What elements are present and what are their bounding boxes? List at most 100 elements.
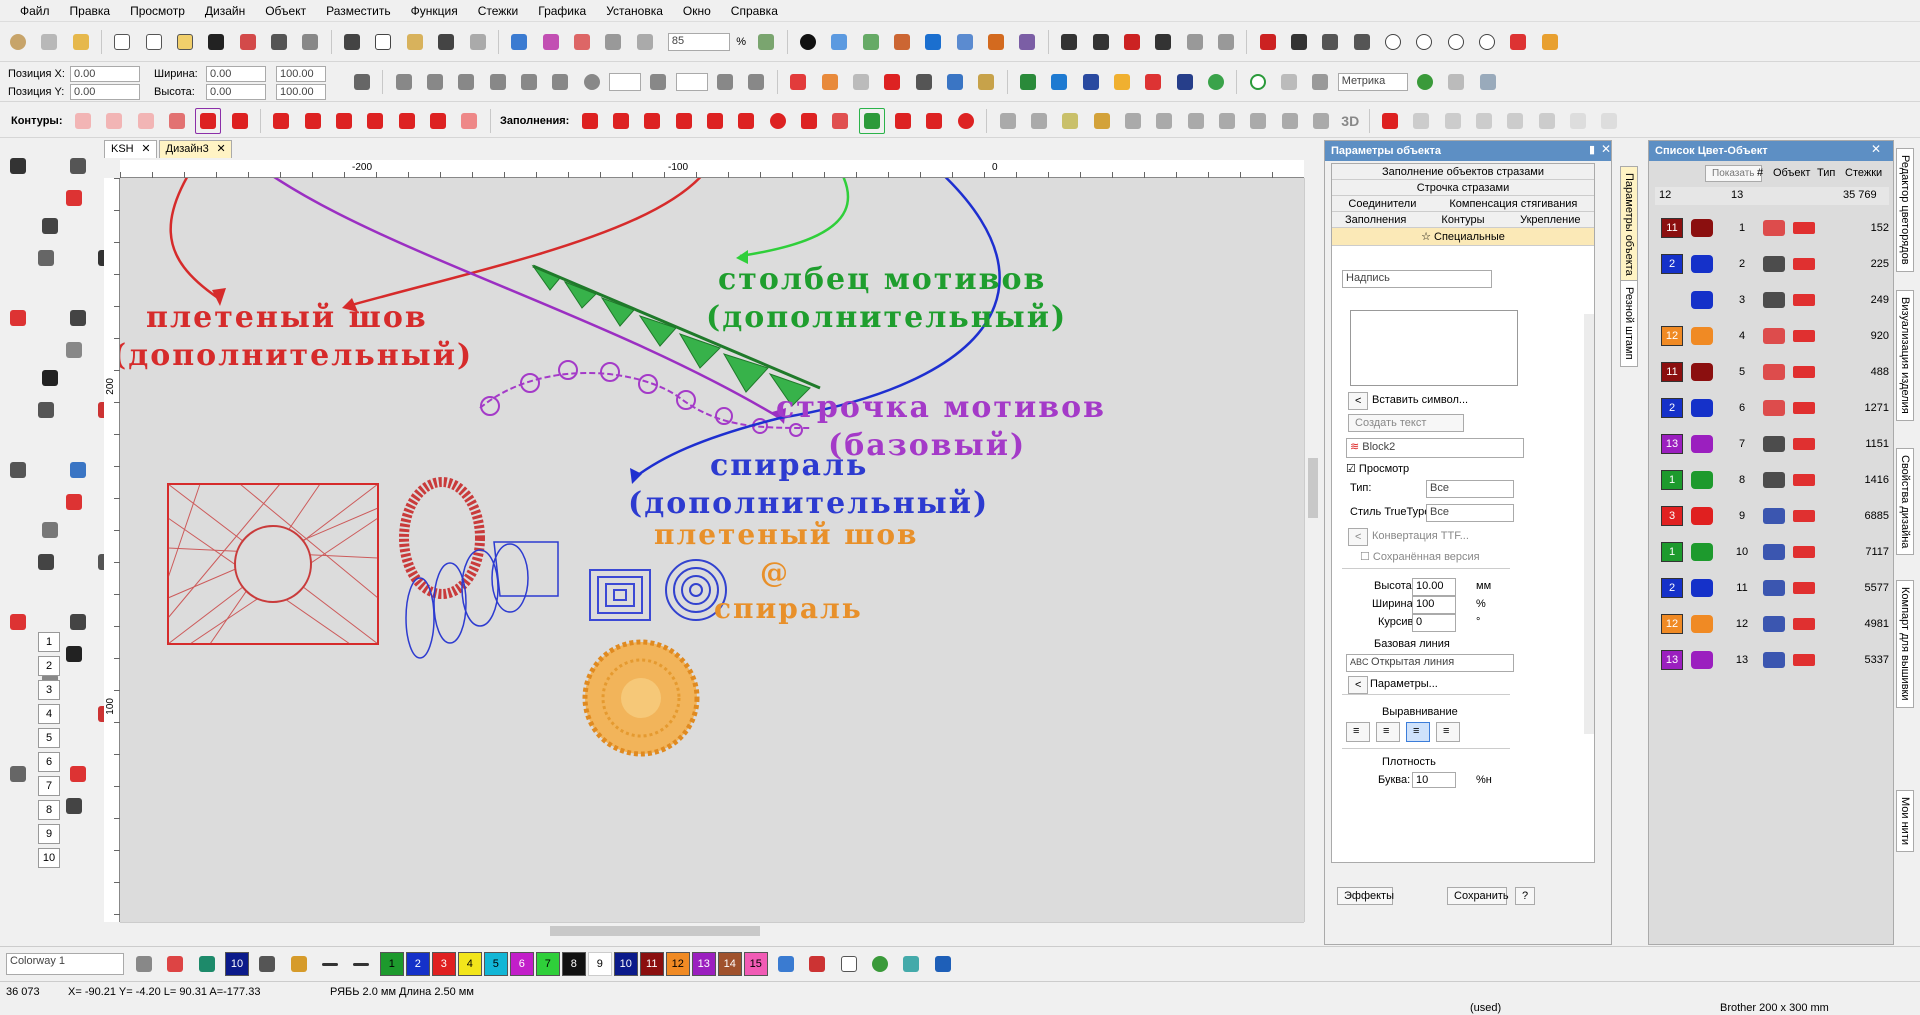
color-object-row[interactable]: 2 11 5577 (1661, 573, 1889, 603)
side-tab[interactable]: Визуализация изделия (1896, 290, 1914, 421)
stitch-tool11-icon[interactable] (1308, 108, 1334, 134)
thread-swatch[interactable]: 9 (587, 952, 612, 976)
document-tab[interactable]: KSH ✕ (104, 140, 157, 158)
add-color-icon[interactable] (317, 951, 343, 977)
effects-button[interactable]: Эффекты (1337, 887, 1394, 905)
thread-swatch[interactable]: 14 (717, 952, 742, 976)
box-3d-icon[interactable] (898, 951, 924, 977)
grid2-icon[interactable] (1307, 69, 1333, 95)
more-icon[interactable] (1596, 108, 1622, 134)
align-justify-icon[interactable]: ≡ (1436, 722, 1460, 742)
fill-lace-icon[interactable] (796, 108, 822, 134)
stitch-tool4-icon[interactable] (1089, 108, 1115, 134)
color-object-row[interactable]: 2 6 1271 (1661, 393, 1889, 423)
send-icon[interactable] (632, 29, 658, 55)
width-pct-input[interactable]: 100.00 (276, 66, 326, 82)
menu-item[interactable]: Объект (255, 1, 316, 21)
color-object-row[interactable]: 13 7 1151 (1661, 429, 1889, 459)
thread-swatch[interactable]: 15 (743, 952, 768, 976)
unit-select[interactable]: Метрика (1337, 73, 1408, 91)
stitch-tool5-icon[interactable] (1120, 108, 1146, 134)
saved-version-checkbox[interactable]: ☐ Сохранённая версия (1360, 550, 1480, 563)
height-pct-input[interactable]: 100.00 (276, 84, 326, 100)
compass-icon[interactable] (1505, 29, 1531, 55)
rotate-icon[interactable] (579, 69, 605, 95)
thread-swatch[interactable]: 11 (639, 952, 664, 976)
menu-item[interactable]: Разместить (316, 1, 401, 21)
thread-grid-icon[interactable] (804, 951, 830, 977)
stitch-tool7-icon[interactable] (1183, 108, 1209, 134)
fill-zigzag-icon[interactable] (639, 108, 665, 134)
thread-color-chip[interactable]: 2 (1661, 398, 1683, 418)
menu-item[interactable]: Просмотр (120, 1, 195, 21)
remove-color-icon[interactable] (348, 951, 374, 977)
no-color-icon[interactable] (836, 951, 862, 977)
thread-swatch[interactable]: 7 (535, 952, 560, 976)
outline-stamp-icon[interactable] (456, 108, 482, 134)
lock-ratio-icon[interactable] (349, 69, 375, 95)
density-preset-button[interactable]: 9 (38, 824, 60, 844)
tool-icon[interactable] (65, 609, 91, 635)
stitch-tool10-icon[interactable] (1277, 108, 1303, 134)
tool-icon[interactable] (33, 397, 59, 423)
label-spiral-title[interactable]: спираль (710, 448, 868, 483)
dress-icon[interactable] (1172, 69, 1198, 95)
satin2-icon[interactable] (817, 69, 843, 95)
density-preset-button[interactable]: 6 (38, 752, 60, 772)
run-icon[interactable] (879, 69, 905, 95)
palette-icon[interactable] (1203, 69, 1229, 95)
tool-icon[interactable] (65, 761, 91, 787)
color-object-row[interactable]: 3 249 (1661, 285, 1889, 315)
close-icon[interactable]: ✕ (1601, 142, 1611, 156)
outline-e-icon[interactable] (331, 108, 357, 134)
copy-icon[interactable] (370, 29, 396, 55)
tri4-icon[interactable] (1502, 108, 1528, 134)
align-right-icon[interactable]: ≡ (1376, 722, 1400, 742)
label-spiral-sub[interactable]: (дополнительный) (628, 486, 989, 521)
tab-outlines[interactable]: Контуры (1419, 212, 1506, 227)
write-card-icon[interactable] (600, 29, 626, 55)
numbering-icon[interactable] (1565, 108, 1591, 134)
stitch-tool6-icon[interactable] (1151, 108, 1177, 134)
skew-icon[interactable] (485, 69, 511, 95)
outline-braid-icon[interactable] (195, 108, 222, 134)
thread-swatch[interactable]: 3 (431, 952, 456, 976)
side-tab[interactable]: Параметры объекта (1620, 166, 1638, 283)
pos-y-input[interactable]: 0.00 (70, 84, 140, 100)
label-braid-title[interactable]: плетеный шов (146, 300, 428, 335)
fill-f-icon[interactable] (1380, 29, 1406, 55)
outline-satin-icon[interactable] (268, 108, 294, 134)
fill-mesh-icon[interactable] (733, 108, 759, 134)
tool-icon[interactable] (61, 185, 87, 211)
print-icon[interactable] (266, 29, 292, 55)
thread-color-chip[interactable]: 11 (1661, 362, 1683, 382)
frame-icon[interactable] (920, 29, 946, 55)
design-canvas[interactable]: плетеный шов (дополнительный) столбец мо… (120, 178, 1304, 922)
menu-item[interactable]: Файл (10, 1, 60, 21)
color-object-row[interactable]: 11 1 152 (1661, 213, 1889, 243)
braid-rectangle[interactable] (167, 483, 379, 645)
tri2-icon[interactable] (1440, 108, 1466, 134)
braid-ellipse[interactable] (399, 477, 485, 599)
height-input[interactable]: 10.00 (1412, 578, 1456, 596)
outline-double-icon[interactable] (101, 108, 127, 134)
density-preset-button[interactable]: 3 (38, 680, 60, 700)
outline-curve-icon[interactable] (227, 108, 253, 134)
params-button[interactable]: < (1348, 676, 1369, 694)
tri5-icon[interactable] (1534, 108, 1560, 134)
label-combo-2[interactable]: @ (760, 556, 790, 589)
label-combo-1[interactable]: плетеный шов (654, 518, 919, 551)
fill-pattern-icon[interactable] (671, 108, 697, 134)
object-type-select[interactable]: Надпись (1342, 270, 1492, 288)
redo-icon[interactable] (465, 29, 491, 55)
density-preset-button[interactable]: 2 (38, 656, 60, 676)
tab-underlay[interactable]: Укрепление (1507, 212, 1594, 227)
thread-color-chip[interactable]: 12 (1661, 614, 1683, 634)
thread-color-chip[interactable]: 2 (1661, 578, 1683, 598)
close-tab-icon[interactable]: ✕ (141, 141, 150, 157)
stitch-tool2-icon[interactable] (1026, 108, 1052, 134)
tool-icon[interactable] (37, 213, 63, 239)
leaf-icon[interactable] (848, 69, 874, 95)
team-icon[interactable] (952, 29, 978, 55)
color-wheel-icon[interactable] (867, 951, 893, 977)
